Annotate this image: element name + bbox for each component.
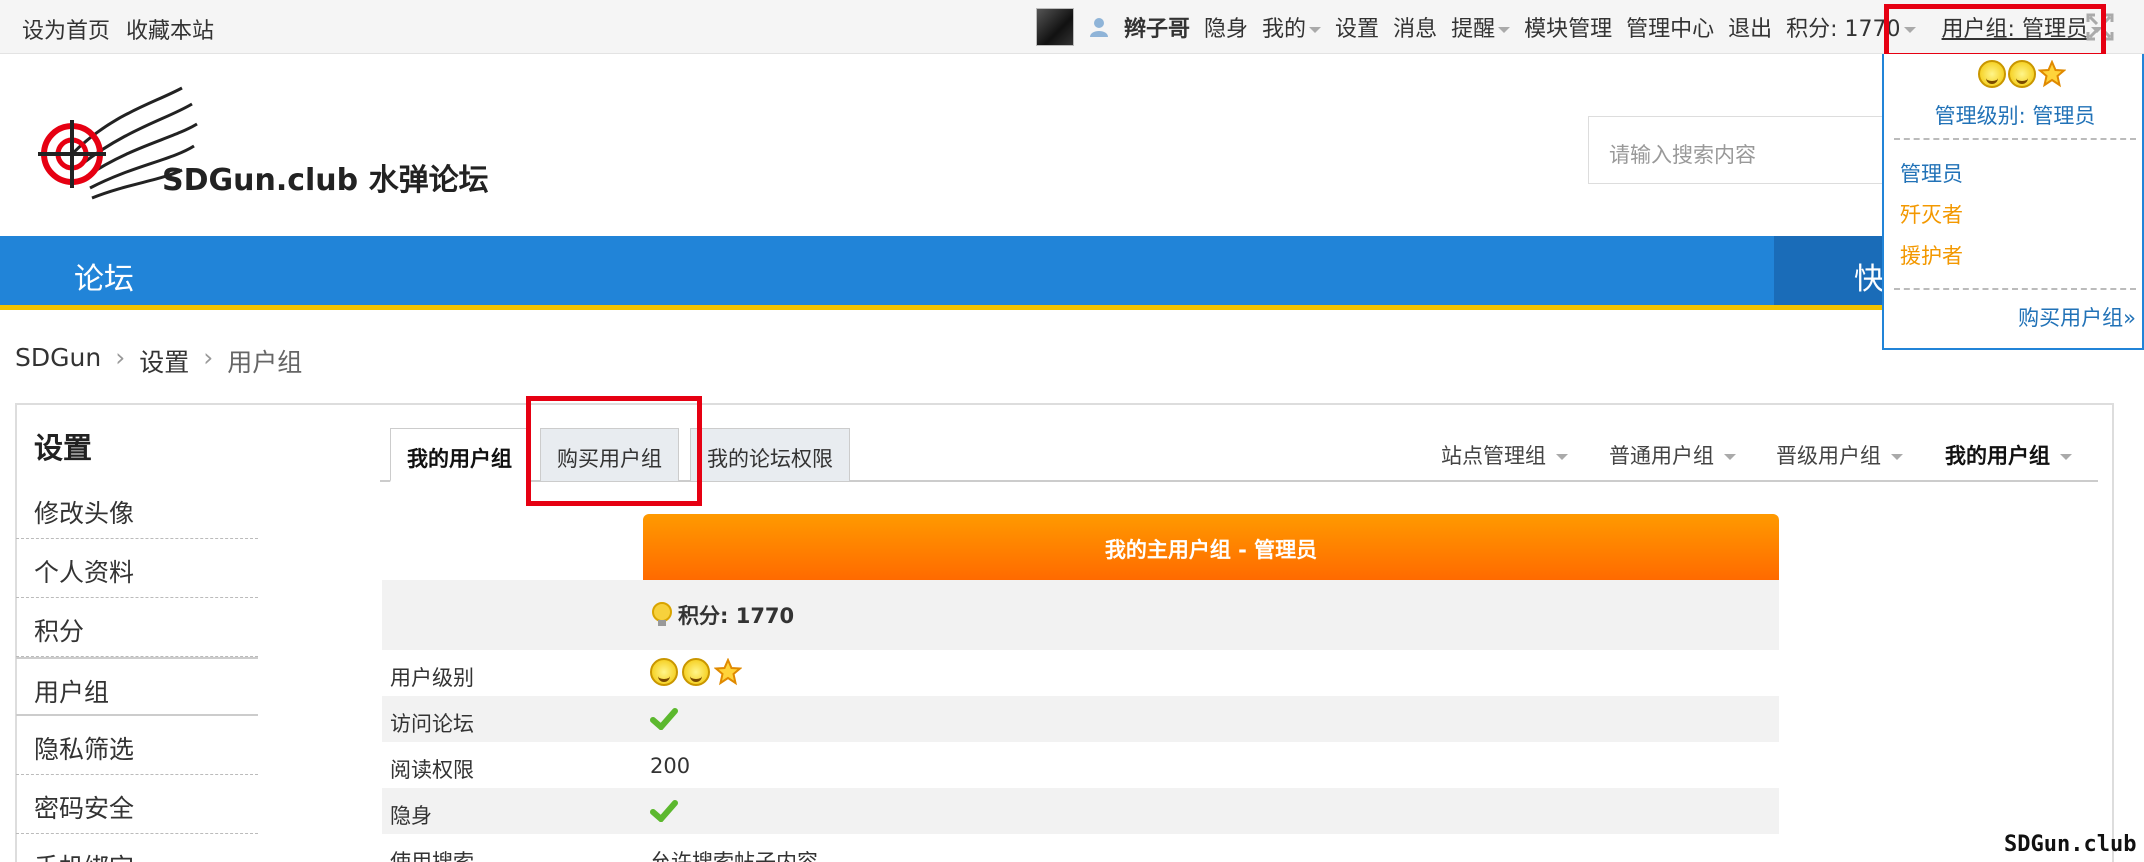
breadcrumb-current: 用户组 (227, 348, 303, 377)
row-value (650, 708, 678, 730)
nav-item-forum[interactable]: 论坛 (74, 254, 134, 298)
smiley-icon (650, 658, 678, 686)
logout-link[interactable]: 退出 (1728, 11, 1772, 43)
sidebar-item-profile[interactable]: 个人资料 (16, 539, 258, 598)
chevron-down-icon (1723, 454, 1736, 460)
star-icon (2038, 60, 2066, 88)
main-group-header: 我的主用户组 - 管理员 (643, 514, 1779, 580)
admin-level-text: 管理级别: 管理员 (1934, 104, 2096, 128)
tab-forum-permissions[interactable]: 我的论坛权限 (690, 428, 850, 482)
top-bar: 设为首页 收藏本站 辫子哥 隐身 我的 设置 消息 提醒 模块管理 管理中心 退… (0, 0, 2144, 54)
avatar[interactable] (1036, 8, 1074, 46)
highlight-box-usergroup (1884, 4, 2106, 58)
table-row: 用户级别 (382, 650, 1779, 696)
points-text: 积分: 1770 (678, 604, 795, 628)
chevron-down-icon (1498, 27, 1511, 33)
row-value: 200 (650, 754, 691, 778)
sidebar: 修改头像 个人资料 积分 用户组 隐私筛选 密码安全 手机绑定 (16, 480, 258, 862)
username-link[interactable]: 辫子哥 (1124, 11, 1190, 43)
row-value: 允许搜索帖子内容 (650, 850, 818, 862)
site-logo[interactable]: SDGun.club 水弹论坛 (32, 84, 492, 210)
divider (1894, 288, 2136, 290)
admin-center-link[interactable]: 管理中心 (1626, 11, 1714, 43)
dropdown-group-admin[interactable]: 管理员 (1900, 158, 1963, 188)
divider (1894, 138, 2136, 140)
nav-quick-label: 快 (1854, 262, 1884, 297)
highlight-box-buy-tab (526, 396, 702, 506)
search-input[interactable]: 请输入搜索内容 (1588, 116, 1888, 184)
level-icons (1978, 60, 2066, 88)
row-label: 使用搜索 (390, 850, 474, 862)
bookmark-site-link[interactable]: 收藏本站 (126, 13, 214, 45)
main-nav: 论坛 快 (0, 236, 2144, 310)
row-value (650, 800, 678, 822)
chevron-down-icon (1555, 454, 1568, 460)
sidebar-item-password[interactable]: 密码安全 (16, 775, 258, 834)
invisible-link[interactable]: 隐身 (1204, 11, 1248, 43)
tab-site-admin-groups-label: 站点管理组 (1441, 444, 1546, 468)
smiley-icon (682, 658, 710, 686)
user-icon (1090, 18, 1108, 37)
chevron-down-icon (1890, 454, 1903, 460)
reminders-label: 提醒 (1451, 17, 1496, 42)
dropdown-group-annihilator[interactable]: 歼灭者 (1900, 199, 1963, 229)
dropdown-group-supporter[interactable]: 援护者 (1900, 240, 1963, 270)
points-row: 积分: 1770 (382, 580, 1779, 650)
star-icon (714, 658, 742, 686)
points-value: 积分: 1770 (650, 600, 794, 630)
table-row: 阅读权限 200 (382, 742, 1779, 788)
check-icon (650, 708, 678, 730)
tab-my-groups-label: 我的用户组 (1945, 444, 2050, 468)
tab-promotion-groups[interactable]: 晋级用户组 (1776, 440, 1903, 470)
chevron-down-icon (2060, 454, 2073, 460)
logo-text: SDGun.club 水弹论坛 (162, 163, 489, 198)
breadcrumb-home[interactable]: SDGun (15, 343, 101, 379)
tab-my-usergroup[interactable]: 我的用户组 (390, 428, 529, 482)
tab-site-admin-groups[interactable]: 站点管理组 (1441, 440, 1568, 470)
sidebar-item-avatar[interactable]: 修改头像 (16, 480, 258, 539)
smiley-icon (2008, 60, 2036, 88)
reminders-menu[interactable]: 提醒 (1451, 11, 1511, 43)
sidebar-title: 设置 (34, 431, 93, 465)
sidebar-item-points[interactable]: 积分 (16, 598, 258, 657)
tab-promotion-groups-label: 晋级用户组 (1776, 444, 1881, 468)
breadcrumb: SDGun › 设置 › 用户组 (15, 343, 302, 379)
my-menu[interactable]: 我的 (1262, 11, 1322, 43)
lightbulb-icon (652, 602, 672, 626)
breadcrumb-settings[interactable]: 设置 (139, 343, 189, 379)
module-admin-link[interactable]: 模块管理 (1524, 11, 1612, 43)
tab-normal-groups-label: 普通用户组 (1609, 444, 1714, 468)
sidebar-item-usergroup[interactable]: 用户组 (16, 657, 258, 716)
table-row: 隐身 (382, 788, 1779, 834)
user-level-icons (650, 658, 742, 686)
chevron-down-icon (1309, 27, 1322, 33)
tab-normal-groups[interactable]: 普通用户组 (1609, 440, 1736, 470)
page: 设为首页 收藏本站 辫子哥 隐身 我的 设置 消息 提醒 模块管理 管理中心 退… (0, 0, 2144, 862)
table-row: 访问论坛 (382, 696, 1779, 742)
table-row: 使用搜索 允许搜索帖子内容 (382, 834, 1779, 862)
buy-usergroup-link[interactable]: 购买用户组» (2018, 302, 2136, 332)
breadcrumb-separator: › (115, 343, 126, 372)
row-label: 用户级别 (390, 666, 474, 690)
watermark: SDGun.club (2004, 832, 2137, 857)
sidebar-item-phone[interactable]: 手机绑定 (16, 834, 258, 862)
row-label: 访问论坛 (390, 712, 474, 736)
set-homepage-link[interactable]: 设为首页 (22, 13, 110, 45)
smiley-icon (1978, 60, 2006, 88)
messages-link[interactable]: 消息 (1393, 11, 1437, 43)
row-label: 隐身 (390, 804, 432, 828)
usergroup-dropdown: 管理级别: 管理员 管理员 歼灭者 援护者 购买用户组» (1882, 54, 2144, 350)
check-icon (650, 800, 678, 822)
my-menu-label: 我的 (1262, 17, 1307, 42)
row-label: 阅读权限 (390, 758, 474, 782)
tab-my-groups[interactable]: 我的用户组 (1945, 440, 2073, 470)
breadcrumb-separator: › (203, 343, 214, 372)
settings-link[interactable]: 设置 (1335, 11, 1379, 43)
sidebar-item-privacy[interactable]: 隐私筛选 (16, 716, 258, 775)
